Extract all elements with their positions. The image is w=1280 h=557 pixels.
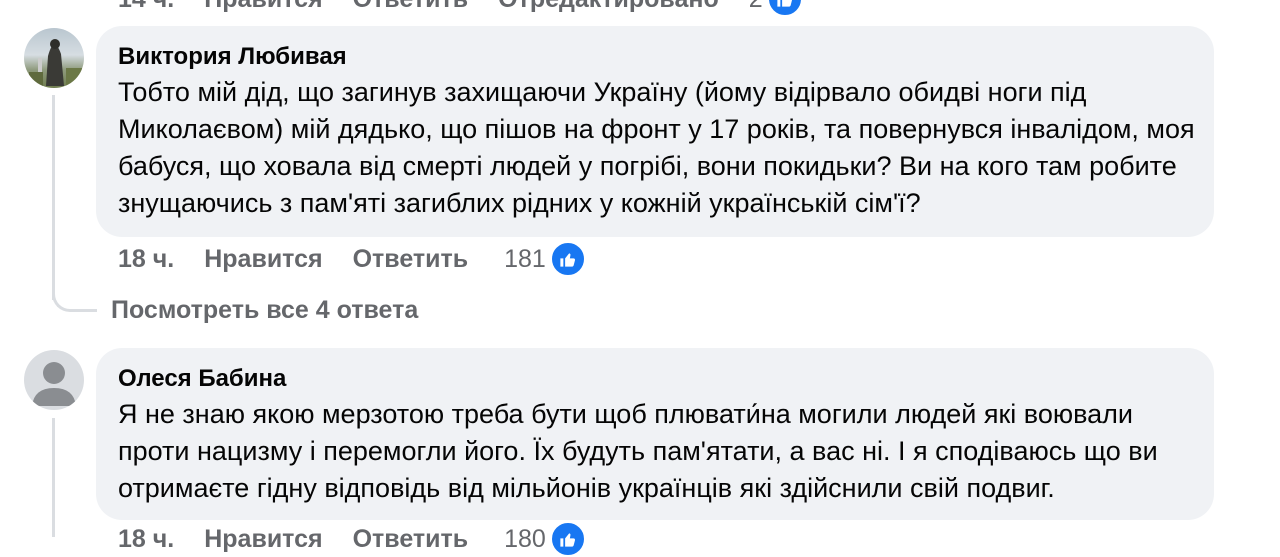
comment-actions: 18 ч. Нравится Ответить 181 [118,241,586,277]
avatar-photo-icon [29,39,82,86]
thread-connector-line [52,95,55,300]
like-link[interactable]: Нравится [204,525,322,554]
like-link[interactable]: Нравится [204,0,322,14]
like-reaction-icon[interactable] [549,241,586,277]
edited-label: Отредактировано [498,0,719,14]
comment-time[interactable]: 18 ч. [118,245,174,274]
like-link[interactable]: Нравится [204,245,322,274]
comment-text: Тобто мій дід, що загинув захищаючи Укра… [118,77,1195,218]
reply-link[interactable]: Ответить [353,245,469,274]
comment-author[interactable]: Виктория Любивая [118,40,1192,74]
like-reaction-icon[interactable] [549,521,586,557]
default-user-icon [32,362,76,406]
thread-connector-line [52,418,55,537]
reaction-count[interactable]: 180 [504,525,546,554]
comment-text: Я не знаю якою мерзотою треба бути щоб п… [118,399,1158,503]
comment-actions: 18 ч. Нравится Ответить 180 [118,521,586,557]
view-all-replies-link[interactable]: Посмотреть все 4 ответа [111,296,418,325]
thread-connector-curve [52,282,97,312]
comment-bubble: Олеся Бабина Я не знаю якою мерзотою тре… [96,348,1214,520]
comment-author[interactable]: Олеся Бабина [118,362,1192,396]
reply-link[interactable]: Ответить [353,0,469,14]
like-reaction-icon[interactable] [766,0,803,17]
comment-time[interactable]: 18 ч. [118,525,174,554]
reaction-count[interactable]: 2 [749,0,763,14]
reaction-count[interactable]: 181 [504,245,546,274]
comment-bubble: Виктория Любивая Тобто мій дід, що загин… [96,26,1214,237]
previous-comment-actions: 14 ч. Нравится Ответить Отредактировано … [118,0,803,17]
comment-time[interactable]: 14 ч. [118,0,174,14]
reply-link[interactable]: Ответить [353,525,469,554]
avatar[interactable] [24,350,84,410]
avatar[interactable] [24,28,84,88]
